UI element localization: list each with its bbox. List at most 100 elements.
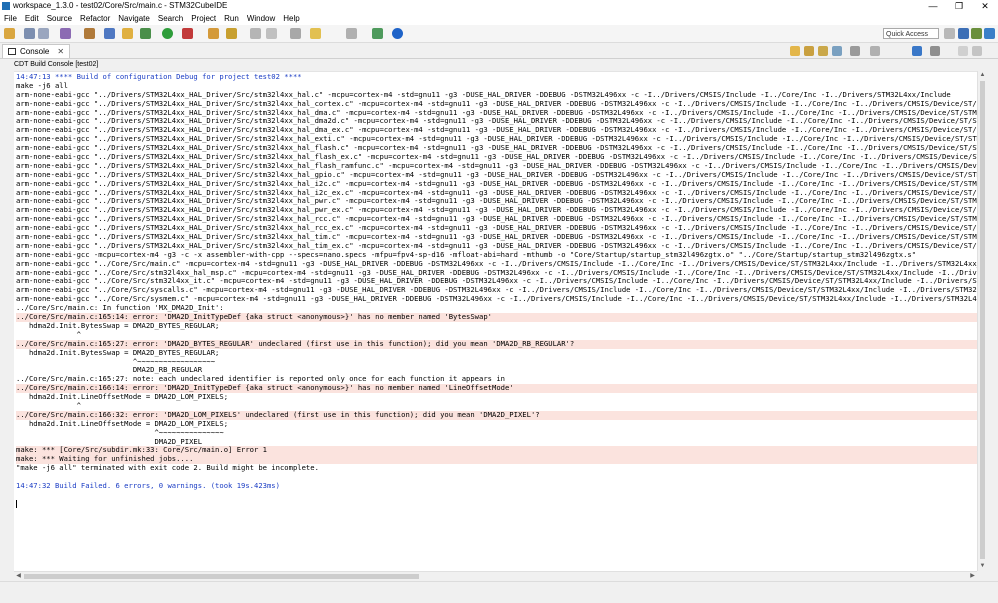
text-cursor: [16, 500, 17, 508]
vertical-scroll-thumb[interactable]: [980, 81, 985, 559]
cpp-perspective-icon[interactable]: [958, 28, 969, 39]
console-line: arm-none-eabi-gcc "../Drivers/STM32L4xx_…: [16, 117, 977, 126]
console-line: ../Core/Src/main.c: In function 'MX_DMA2…: [16, 304, 224, 313]
pin-console-icon[interactable]: [832, 46, 842, 56]
menu-help[interactable]: Help: [279, 12, 303, 25]
scroll-up-icon[interactable]: ▲: [978, 71, 987, 80]
console-line: DMA2D_PIXEL: [16, 437, 203, 446]
console-line: 14:47:13 **** Build of configuration Deb…: [16, 73, 302, 81]
console-line: arm-none-eabi-gcc "../Core/Src/sysmem.c"…: [16, 295, 977, 304]
new-icon[interactable]: [4, 28, 15, 39]
lock-icon[interactable]: [122, 28, 133, 39]
properties-icon[interactable]: [60, 28, 71, 39]
menu-edit[interactable]: Edit: [21, 12, 43, 25]
save-icon[interactable]: [24, 28, 35, 39]
build-icon[interactable]: [84, 28, 95, 39]
app-icon: [2, 2, 10, 10]
new-console-icon[interactable]: [930, 46, 940, 56]
open-console-icon[interactable]: [870, 46, 880, 56]
menu-source[interactable]: Source: [43, 12, 76, 25]
vertical-scrollbar[interactable]: ▲ ▼: [977, 71, 987, 571]
tab-console-label: Console: [20, 46, 50, 56]
scroll-down-icon[interactable]: ▼: [978, 562, 987, 571]
menu-refactor[interactable]: Refactor: [76, 12, 114, 25]
console-line: hdma2d.Init.BytesSwap = DMA2D_BYTES_REGU…: [16, 321, 220, 330]
console-output[interactable]: 14:47:13 **** Build of configuration Deb…: [14, 71, 977, 572]
open-perspective-icon[interactable]: [944, 28, 955, 39]
open-type-icon[interactable]: [208, 28, 219, 39]
console-line: arm-none-eabi-gcc "../Core/Src/stm32l4xx…: [16, 277, 977, 286]
console-line: arm-none-eabi-gcc "../Drivers/STM32L4xx_…: [16, 135, 977, 144]
pin-editor-icon[interactable]: [372, 28, 383, 39]
console-lines: 14:47:13 **** Build of configuration Deb…: [16, 73, 977, 491]
next-annotation-icon[interactable]: [290, 28, 301, 39]
tab-console[interactable]: Console ✕: [2, 44, 70, 58]
console-line: arm-none-eabi-gcc "../Drivers/STM32L4xx_…: [16, 179, 977, 188]
console-line: arm-none-eabi-gcc "../Drivers/STM32L4xx_…: [16, 233, 977, 242]
quick-access-input[interactable]: Quick Access: [883, 28, 939, 39]
forward-icon[interactable]: [346, 28, 357, 39]
info-icon[interactable]: [392, 28, 403, 39]
console-line: "make -j6 all" terminated with exit code…: [16, 464, 319, 473]
back-icon[interactable]: [310, 28, 321, 39]
menu-window[interactable]: Window: [243, 12, 279, 25]
maximize-view-icon[interactable]: [972, 46, 982, 56]
scroll-right-icon[interactable]: ▶: [968, 572, 977, 581]
menu-run[interactable]: Run: [220, 12, 243, 25]
window-title: workspace_1.3.0 - test02/Core/Src/main.c…: [13, 1, 228, 10]
menu-navigate[interactable]: Navigate: [114, 12, 154, 25]
console-line: arm-none-eabi-gcc -mcpu=cortex-m4 -g3 -c…: [16, 250, 917, 259]
window-controls: — ❐ ✕: [920, 0, 998, 12]
console-error-line: make: *** [Core/Src/subdir.mk:33: Core/S…: [16, 446, 977, 456]
console-error-line: ../Core/Src/main.c:166:32: error: 'DMA2D…: [16, 410, 977, 420]
save-all-icon[interactable]: [38, 28, 49, 39]
title-bar: workspace_1.3.0 - test02/Core/Src/main.c…: [0, 0, 998, 12]
external-tools-icon[interactable]: [182, 28, 193, 39]
menu-file[interactable]: File: [0, 12, 21, 25]
menu-search[interactable]: Search: [154, 12, 187, 25]
console-line: hdma2d.Init.LineOffsetMode = DMA2D_LOM_P…: [16, 419, 229, 428]
console-line: ^: [16, 401, 81, 410]
menu-bar: File Edit Source Refactor Navigate Searc…: [0, 12, 998, 25]
debug-icon[interactable]: [140, 28, 151, 39]
pin-icon[interactable]: [266, 28, 277, 39]
console-line: arm-none-eabi-gcc "../Drivers/STM32L4xx_…: [16, 170, 977, 179]
console-line: arm-none-eabi-gcc "../Drivers/STM32L4xx_…: [16, 197, 977, 206]
console-line: arm-none-eabi-gcc "../Drivers/STM32L4xx_…: [16, 108, 977, 117]
run-icon[interactable]: [162, 28, 173, 39]
minimize-button[interactable]: —: [920, 0, 946, 12]
console-line: arm-none-eabi-gcc "../Drivers/STM32L4xx_…: [16, 126, 977, 135]
clear-console-icon[interactable]: [818, 46, 828, 56]
annotation-icon[interactable]: [250, 28, 261, 39]
scroll-lock-icon[interactable]: [790, 46, 800, 56]
minimize-view-icon[interactable]: [958, 46, 968, 56]
debug-perspective-icon[interactable]: [971, 28, 982, 39]
console-line: 14:47:32 Build Failed. 6 errors, 0 warni…: [16, 481, 280, 490]
scroll-left-icon[interactable]: ◀: [14, 572, 23, 581]
horizontal-scroll-thumb[interactable]: [24, 574, 419, 579]
horizontal-scrollbar[interactable]: ◀ ▶: [14, 571, 977, 581]
menu-project[interactable]: Project: [187, 12, 220, 25]
view-menu-icon[interactable]: [912, 46, 922, 56]
console-line: arm-none-eabi-gcc "../Core/Src/syscalls.…: [16, 286, 977, 295]
status-bar: [0, 581, 998, 603]
console-line: make -j6 all: [16, 81, 68, 90]
maximize-button[interactable]: ❐: [946, 0, 972, 12]
display-console-icon[interactable]: [850, 46, 860, 56]
close-window-button[interactable]: ✕: [972, 0, 998, 12]
console-line: ../Core/Src/main.c:165:27: note: each un…: [16, 375, 505, 384]
console-line: ^: [16, 330, 81, 339]
word-wrap-icon[interactable]: [804, 46, 814, 56]
console-line: DMA2D_RB_REGULAR: [16, 366, 203, 375]
console-error-line: ../Core/Src/main.c:166:14: error: 'DMA2D…: [16, 384, 977, 394]
main-toolbar: [0, 25, 998, 43]
close-icon[interactable]: ✕: [57, 47, 64, 56]
search-icon[interactable]: [226, 28, 237, 39]
console-line: arm-none-eabi-gcc "../Core/Src/main.c" -…: [16, 259, 977, 268]
device-config-icon[interactable]: [104, 28, 115, 39]
console-icon: [8, 48, 16, 55]
console-header: CDT Build Console [test02]: [14, 61, 99, 68]
device-perspective-icon[interactable]: [984, 28, 995, 39]
console-line: arm-none-eabi-gcc "../Drivers/STM32L4xx_…: [16, 215, 977, 224]
console-line: arm-none-eabi-gcc "../Drivers/STM32L4xx_…: [16, 99, 977, 108]
